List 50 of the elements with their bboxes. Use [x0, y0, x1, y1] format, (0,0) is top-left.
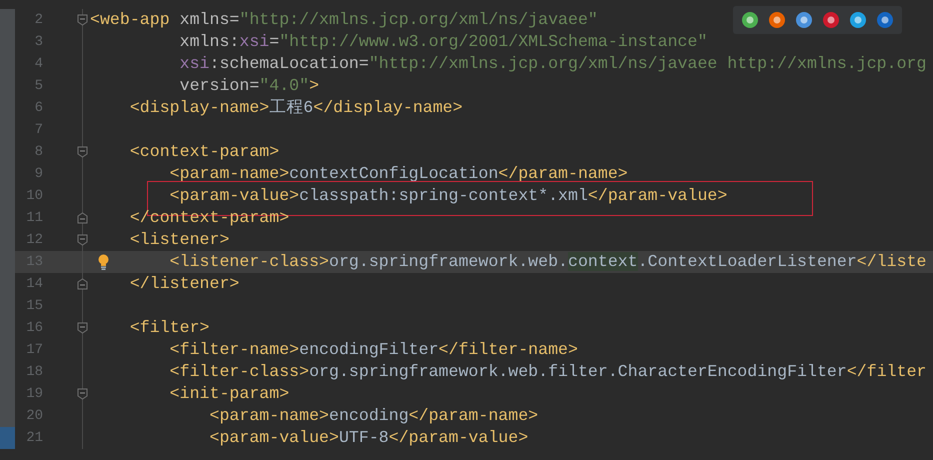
line-number: 5 [34, 77, 43, 96]
code-line: <web-app xmlns="http://xmlns.jcp.org/xml/ns/javaee" [90, 10, 598, 29]
line-number: 8 [34, 143, 43, 162]
line-number: 12 [26, 231, 43, 250]
line-number: 18 [26, 363, 43, 382]
code-line: <filter-class>org.springframework.web.filter.CharacterEncodingFilter</filter [170, 362, 926, 381]
fold-icon[interactable] [77, 14, 88, 26]
code-line: <listener> [130, 230, 230, 249]
browser-icon[interactable] [849, 11, 867, 29]
line-number: 16 [26, 319, 43, 338]
line-number: 17 [26, 341, 43, 360]
fold-icon[interactable] [77, 212, 88, 224]
line-number: 4 [34, 55, 43, 74]
code-line: <init-param> [170, 384, 290, 403]
line-number: 2 [34, 11, 43, 30]
code-line: <listener-class>org.springframework.web.context.ContextLoaderListener</liste [170, 252, 927, 271]
code-line: <filter> [130, 318, 210, 337]
line-number: 20 [26, 407, 43, 426]
line-number: 10 [26, 187, 43, 206]
line-number: 14 [26, 275, 43, 294]
fold-icon[interactable] [77, 234, 88, 246]
code-line: <param-value>UTF-8</param-value> [210, 428, 528, 447]
lightbulb-icon[interactable] [98, 254, 109, 270]
code-line: xmlns:xsi="http://www.w3.org/2001/XMLSchema-instance" [180, 32, 708, 51]
browser-icon[interactable] [795, 11, 813, 29]
line-number: 7 [34, 121, 43, 140]
line-number: 6 [34, 99, 43, 118]
code-line: version="4.0"> [180, 76, 320, 95]
code-line: <context-param> [130, 142, 280, 161]
code-line: <param-name>encoding</param-name> [210, 406, 538, 425]
fold-icon[interactable] [77, 146, 88, 158]
browser-icon[interactable] [768, 11, 786, 29]
fold-icon[interactable] [77, 278, 88, 290]
line-number: 9 [34, 165, 43, 184]
line-number: 21 [26, 429, 43, 448]
line-number: 3 [34, 33, 43, 52]
code-line: <filter-name>encodingFilter</filter-name> [170, 340, 578, 359]
fold-icon[interactable] [77, 322, 88, 334]
line-number: 15 [26, 297, 43, 316]
code-line: xsi:schemaLocation="http://xmlns.jcp.org/xml/ns/javaee http://xmlns.jcp.org [180, 54, 926, 73]
code-line: <display-name>工程6</display-name> [130, 98, 463, 117]
line-number: 11 [26, 209, 43, 228]
browser-icon[interactable] [876, 11, 894, 29]
code-line: </listener> [130, 274, 240, 293]
line-number: 19 [26, 385, 43, 404]
browser-icon[interactable] [741, 11, 759, 29]
code-line: <param-value>classpath:spring-context*.xml</param-value> [170, 186, 728, 205]
browser-icon[interactable] [822, 11, 840, 29]
fold-icon[interactable] [77, 388, 88, 400]
code-line: <param-name>contextConfigLocation</param-name> [170, 164, 628, 183]
